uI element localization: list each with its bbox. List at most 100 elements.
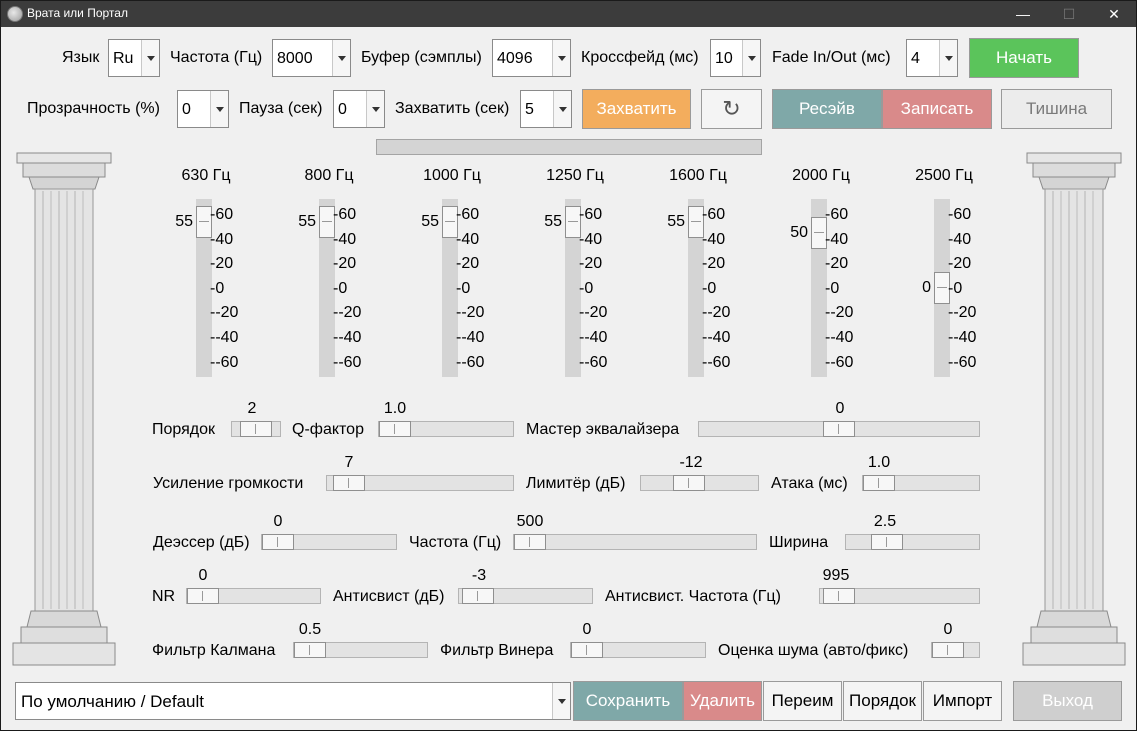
deesser-frequency-label: Частота (Гц) [409, 534, 502, 551]
band-value: 55 [175, 213, 193, 230]
capture-progress-bar [376, 139, 762, 155]
band-tick-label: -40 [333, 230, 357, 248]
start-button[interactable]: Начать [969, 38, 1079, 78]
delete-button[interactable]: Удалить [683, 681, 762, 721]
deesser-frequency-slider[interactable] [513, 534, 757, 550]
width-slider[interactable] [845, 534, 980, 550]
slider-thumb[interactable] [462, 588, 494, 604]
band-tick-label: --20 [702, 304, 731, 322]
band-tick-label: -20 [702, 255, 726, 273]
noise-estimate-label: Оценка шума (авто/фикс) [718, 642, 909, 659]
band-tick-label: --40 [579, 329, 608, 346]
frequency-select[interactable]: 8000 [272, 39, 351, 77]
slider-thumb[interactable] [823, 421, 855, 437]
slider-thumb[interactable] [333, 475, 365, 491]
slider-thumb[interactable] [673, 475, 705, 491]
crossfade-select[interactable]: 10 [710, 39, 761, 77]
window-title: Врата или Портал [27, 6, 128, 20]
limiter-slider[interactable] [640, 475, 759, 491]
master-eq-slider[interactable] [698, 421, 980, 437]
antiwhistle-label: Антисвист (дБ) [333, 588, 445, 605]
band-tick-label: -60 [456, 206, 480, 223]
save-button[interactable]: Сохранить [573, 681, 683, 721]
attack-slider[interactable] [862, 475, 980, 491]
band-label: 800 Гц [304, 167, 354, 184]
buffer-select[interactable]: 4096 [492, 39, 571, 77]
nr-slider[interactable] [186, 588, 321, 604]
q-factor-value: 1.0 [383, 400, 407, 417]
import-button[interactable]: Импорт [923, 681, 1002, 721]
receive-button[interactable]: Ресэйв [772, 89, 882, 129]
band-tick-label: -0 [702, 279, 717, 297]
band-tick-label: --60 [702, 353, 731, 371]
slider-thumb[interactable] [514, 534, 546, 550]
antiwhistle-frequency-slider[interactable] [819, 588, 980, 604]
record-button[interactable]: Записать [882, 89, 992, 129]
band-label: 630 Гц [181, 167, 231, 184]
slider-thumb[interactable] [187, 588, 219, 604]
language-select[interactable]: Ru [108, 39, 160, 77]
preset-select[interactable]: По умолчанию / Default [15, 682, 571, 720]
width-label: Ширина [769, 534, 829, 551]
refresh-button[interactable]: ↻ [701, 89, 762, 129]
noise-estimate-slider[interactable] [931, 642, 980, 658]
silence-button[interactable]: Тишина [1001, 89, 1112, 129]
slider-thumb[interactable] [262, 534, 294, 550]
capture-select[interactable]: 5 [520, 90, 572, 128]
gain-slider[interactable] [326, 475, 514, 491]
kalman-slider[interactable] [293, 642, 428, 658]
band-tick-label: -60 [579, 206, 603, 223]
nr-label: NR [152, 588, 176, 605]
slider-thumb[interactable] [240, 421, 272, 437]
antiwhistle-value: -3 [471, 567, 487, 584]
q-factor-slider[interactable] [378, 421, 514, 437]
band-label: 2500 Гц [915, 167, 973, 184]
crossfade-label: Кроссфейд (мс) [581, 49, 699, 66]
transparency-select[interactable]: 0 [177, 90, 229, 128]
frequency-label: Частота (Гц) [170, 49, 263, 66]
slider-thumb[interactable] [379, 421, 411, 437]
slider-thumb[interactable] [571, 642, 603, 658]
band-tick-label: -0 [579, 279, 594, 297]
capture-label: Захватить (сек) [395, 100, 510, 117]
chevron-down-icon [553, 91, 571, 127]
slider-thumb[interactable] [294, 642, 326, 658]
band-label: 1600 Гц [669, 167, 727, 184]
master-eq-label: Мастер эквалайзера [526, 421, 680, 438]
pause-value: 0 [338, 101, 347, 118]
width-value: 2.5 [873, 513, 897, 530]
deesser-slider[interactable] [261, 534, 397, 550]
minimize-button[interactable]: — [1000, 1, 1046, 27]
slider-thumb[interactable] [863, 475, 895, 491]
capture-button[interactable]: Захватить [582, 89, 691, 129]
slider-thumb[interactable] [932, 642, 964, 658]
slider-thumb[interactable] [823, 588, 855, 604]
gain-value: 7 [344, 454, 354, 471]
right-column-image [1022, 152, 1126, 666]
band-tick-label: -40 [702, 230, 726, 248]
slider-thumb[interactable] [871, 534, 903, 550]
exit-button[interactable]: Выход [1013, 681, 1122, 721]
fade-select[interactable]: 4 [906, 39, 958, 77]
wiener-slider[interactable] [570, 642, 706, 658]
band-tick-label: -20 [579, 255, 603, 273]
band-tick-label: -0 [210, 279, 225, 297]
order-value: 2 [247, 400, 257, 417]
title-bar: Врата или Портал — ☐ ✕ [1, 1, 1136, 27]
band-tick-label: --40 [948, 329, 977, 346]
pause-select[interactable]: 0 [333, 90, 385, 128]
fade-value: 4 [911, 50, 920, 67]
app-window: Врата или Портал — ☐ ✕ Язык Ru Частота (… [0, 0, 1137, 731]
antiwhistle-slider[interactable] [458, 588, 593, 604]
frequency-value: 8000 [277, 50, 313, 67]
band-tick-label: --20 [210, 304, 239, 322]
band-value: 0 [922, 279, 931, 296]
order-slider[interactable] [231, 421, 281, 437]
band-tick-label: -20 [456, 255, 480, 273]
band-tick-label: --60 [825, 353, 854, 371]
rename-button[interactable]: Переим [763, 681, 842, 721]
chevron-down-icon [210, 91, 228, 127]
close-button[interactable]: ✕ [1091, 1, 1137, 27]
order-button[interactable]: Порядок [843, 681, 922, 721]
maximize-button[interactable]: ☐ [1046, 1, 1092, 27]
